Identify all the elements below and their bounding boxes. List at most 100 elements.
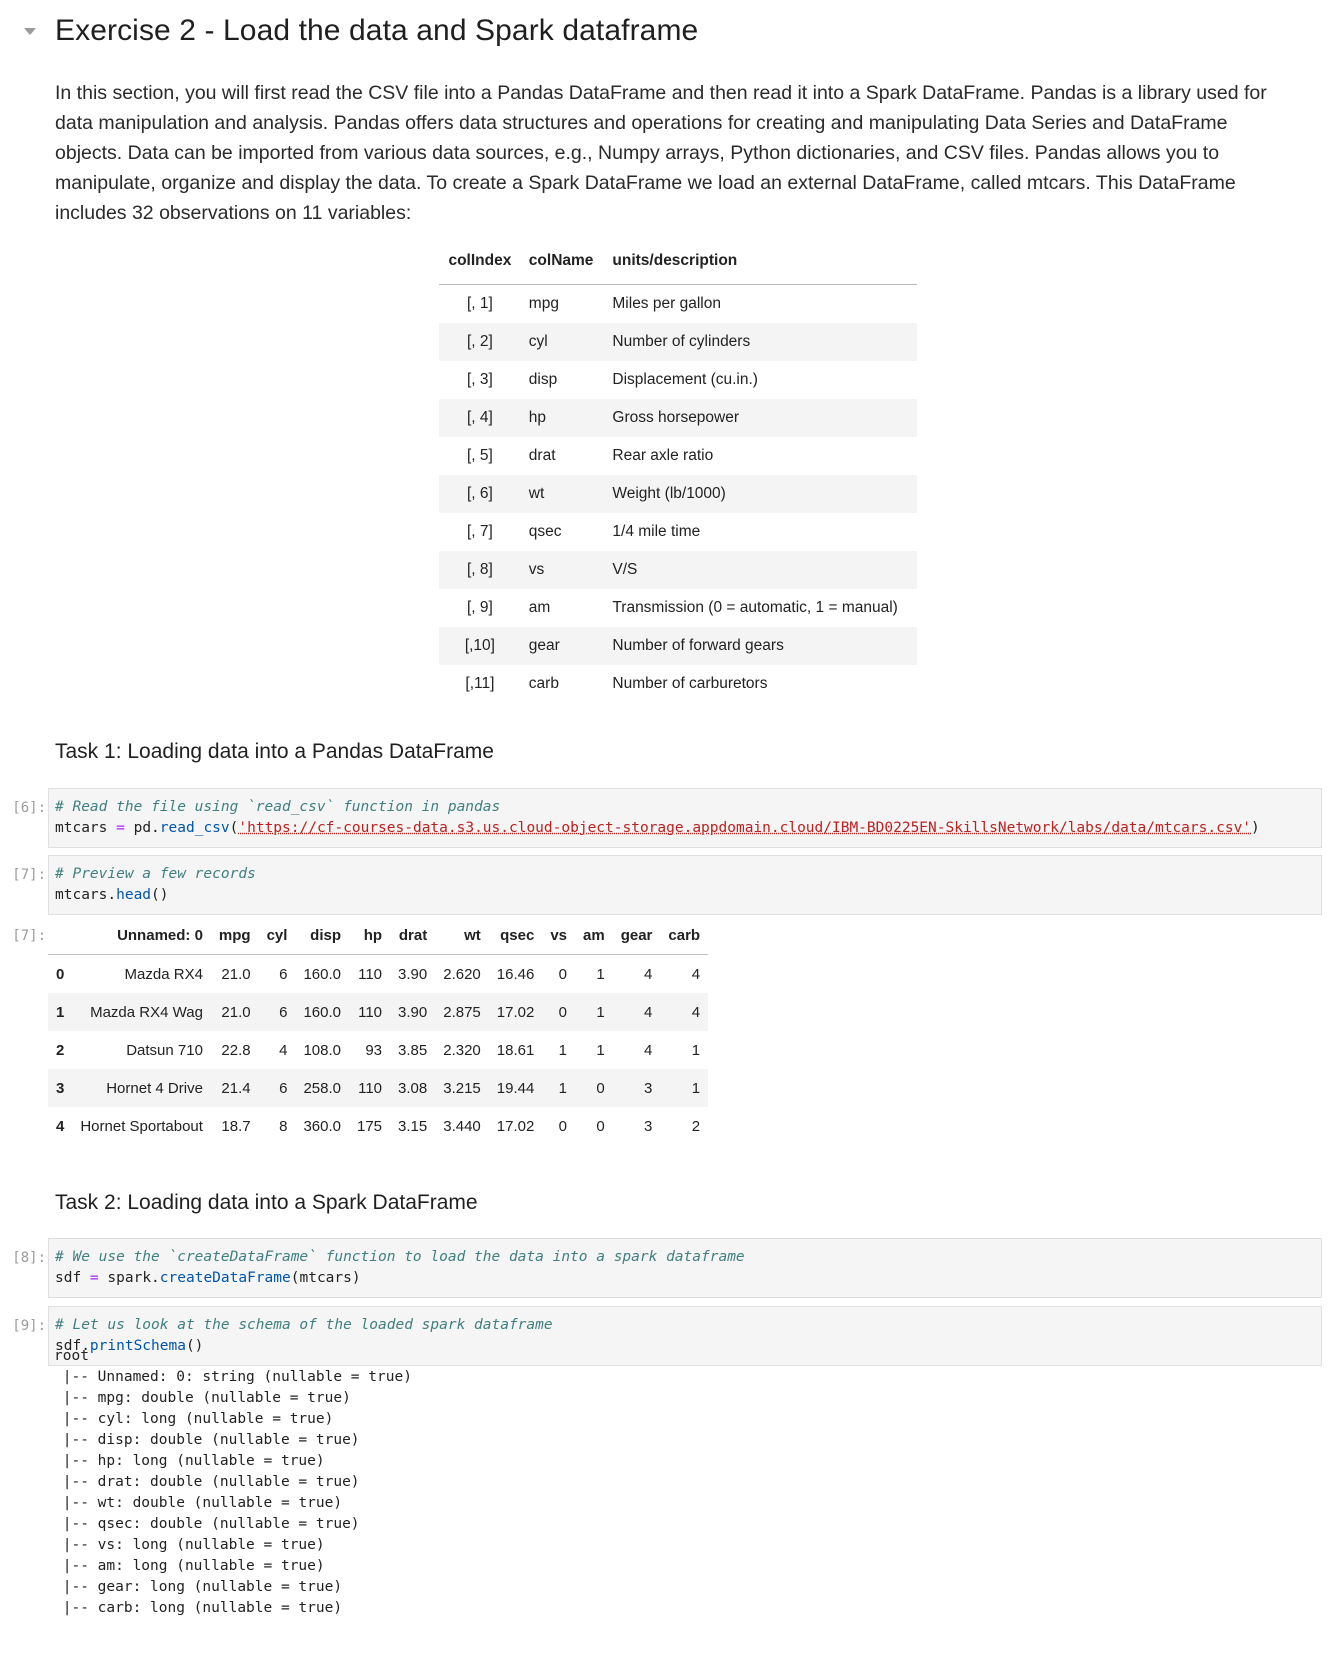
df-cell: 3.15 <box>398 1117 428 1135</box>
code-comment: # Let us look at the schema of the loade… <box>55 1317 553 1333</box>
df-header-row: Unnamed: 0 mpg cyl disp hp drat wt qsec … <box>48 916 709 955</box>
df-cell: 160.0 <box>303 965 341 983</box>
df-cell: 4 <box>644 1003 653 1021</box>
header-colindex: colIndex <box>439 252 521 285</box>
df-cell: 360.0 <box>303 1117 341 1135</box>
df-header: drat <box>390 916 436 955</box>
code-paren: ) <box>1251 820 1260 836</box>
table-row: [, 8] vs V/S <box>439 551 917 589</box>
section-heading: Exercise 2 - Load the data and Spark dat… <box>55 14 699 47</box>
df-cell: 3 <box>644 1079 653 1097</box>
var-index: [, 1] <box>466 295 493 312</box>
var-name: vs <box>528 561 545 578</box>
var-index: [,11] <box>465 675 495 692</box>
table-row: [, 1] mpg Miles per gallon <box>439 285 917 324</box>
df-cell: 1 <box>596 965 605 983</box>
header-description: units/description <box>604 252 917 285</box>
var-index: [, 2] <box>466 333 493 350</box>
df-header: mpg <box>210 916 259 955</box>
var-name: wt <box>528 485 545 502</box>
var-index: [, 4] <box>466 409 493 426</box>
df-cell: Hornet Sportabout <box>80 1117 203 1135</box>
code-object: pd. <box>133 820 160 836</box>
code-object: mtcars. <box>55 887 117 903</box>
table-row: [, 6] wt Weight (lb/1000) <box>439 475 917 513</box>
df-cell: 3.440 <box>443 1117 481 1135</box>
variables-table-header: colIndex colName units/description <box>439 252 917 285</box>
schema-line: |-- gear: long (nullable = true) <box>54 1579 343 1595</box>
df-cell: Mazda RX4 Wag <box>90 1003 203 1021</box>
df-cell: 108.0 <box>303 1041 341 1059</box>
df-cell: 1 <box>596 1003 605 1021</box>
df-cell: 3.90 <box>398 965 428 983</box>
schema-line: |-- cyl: long (nullable = true) <box>54 1411 334 1427</box>
schema-line: |-- am: long (nullable = true) <box>54 1558 325 1574</box>
code-var: sdf <box>55 1270 82 1286</box>
schema-line: |-- Unnamed: 0: string (nullable = true) <box>54 1369 412 1385</box>
df-cell: 1 <box>558 1041 568 1059</box>
df-cell: 0 <box>558 1003 568 1021</box>
code-cell-8[interactable]: # We use the `createDataFrame` function … <box>48 1238 1322 1298</box>
var-name: am <box>528 599 551 616</box>
df-row-index: 1 <box>56 1003 65 1021</box>
df-cell: 17.02 <box>496 1003 535 1021</box>
code-cell-6[interactable]: # Read the file using `read_csv` functio… <box>48 788 1322 848</box>
var-index: [, 8] <box>466 561 493 578</box>
var-index: [, 9] <box>466 599 493 616</box>
df-cell: 1 <box>596 1041 605 1059</box>
df-cell: 1 <box>691 1041 701 1059</box>
df-cell: 1 <box>691 1079 701 1097</box>
cell-prompt: [8]: <box>12 1250 46 1266</box>
table-row: 1 Mazda RX4 Wag 21.0 6 160.0 110 3.90 2.875 17.… <box>48 993 709 1031</box>
mtcars-head-table: Unnamed: 0 mpg cyl disp hp drat wt qsec … <box>48 916 709 1145</box>
var-description: Miles per gallon <box>612 295 721 312</box>
table-row: [, 2] cyl Number of cylinders <box>439 323 917 361</box>
schema-line: |-- carb: long (nullable = true) <box>54 1600 343 1616</box>
var-description: Transmission (0 = automatic, 1 = manual) <box>612 599 898 616</box>
df-header: gear <box>612 916 661 955</box>
df-cell: 0 <box>558 1117 568 1135</box>
section-intro: In this section, you will first read the… <box>55 82 1267 224</box>
df-cell: 8 <box>279 1117 288 1135</box>
schema-line: root <box>54 1348 89 1364</box>
table-row: [, 9] am Transmission (0 = automatic, 1 = … <box>439 589 917 627</box>
df-cell: 160.0 <box>303 1003 341 1021</box>
variables-table: colIndex colName units/description [, 1]… <box>439 252 917 703</box>
df-cell: 4 <box>691 965 701 983</box>
df-cell: 3.90 <box>398 1003 428 1021</box>
df-cell: 21.4 <box>221 1079 251 1097</box>
var-name: gear <box>528 637 560 654</box>
var-index: [, 6] <box>466 485 493 502</box>
df-cell: 16.46 <box>496 965 535 983</box>
df-header: hp <box>349 916 391 955</box>
df-cell: 4 <box>644 965 653 983</box>
var-name: cyl <box>528 333 548 350</box>
var-description: Number of forward gears <box>612 637 784 654</box>
table-row: [, 7] qsec 1/4 mile time <box>439 513 917 551</box>
code-operator: = <box>107 820 134 836</box>
df-row-index: 0 <box>56 965 65 983</box>
df-header: am <box>575 916 613 955</box>
cell-prompt: [6]: <box>12 800 46 816</box>
var-name: mpg <box>528 295 559 312</box>
code-cell-7[interactable]: # Preview a few records mtcars.head() <box>48 855 1322 915</box>
df-header: carb <box>660 916 709 955</box>
table-row: 0 Mazda RX4 21.0 6 160.0 110 3.90 2.620 16.46 0 1… <box>48 955 708 994</box>
var-description: Rear axle ratio <box>612 447 714 464</box>
task1-title: Task 1: Loading data into a Pandas DataF… <box>55 740 494 763</box>
df-cell: 19.44 <box>496 1079 535 1097</box>
var-index: [, 5] <box>466 447 493 464</box>
code-function: createDataFrame <box>159 1270 291 1286</box>
code-object: spark. <box>107 1270 160 1286</box>
df-header: qsec <box>488 916 543 955</box>
code-comment: # Preview a few records <box>55 866 256 882</box>
var-name: carb <box>528 675 559 692</box>
schema-line: |-- hp: long (nullable = true) <box>54 1453 325 1469</box>
table-row: 3 Hornet 4 Drive 21.4 6 258.0 110 3.08 3.215 19… <box>48 1069 709 1107</box>
df-cell: 110 <box>358 1079 383 1097</box>
var-description: Gross horsepower <box>612 409 740 426</box>
var-name: drat <box>528 447 556 464</box>
csv-url-link[interactable]: 'https://cf-courses-data.s3.us.cloud-obj… <box>238 820 1251 836</box>
code-call: () <box>151 887 169 903</box>
collapse-section-icon[interactable] <box>24 28 36 35</box>
